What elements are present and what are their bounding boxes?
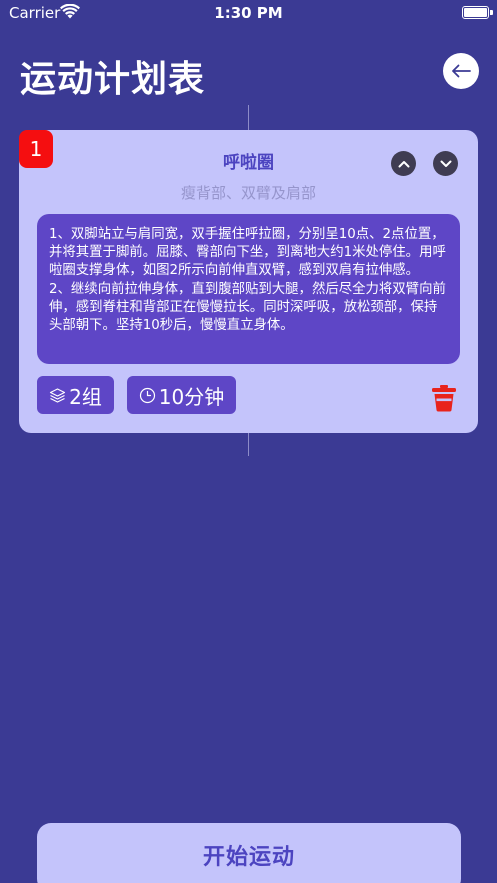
duration-label: 10分钟 [158,384,225,409]
start-workout-label: 开始运动 [202,845,295,870]
timeline-connector-top [248,105,249,130]
start-workout-button[interactable]: 开始运动 [37,823,461,883]
page-title: 运动计划表 [20,59,206,100]
exercise-card[interactable]: 呼啦圈 瘦背部、双臂及肩部 1、双脚站立与肩同宽，双手握住呼拉圈，分别呈10点、… [19,130,478,433]
app-screen: Carrier 1:30 PM 运动计划表 呼啦圈 瘦背部、双臂及肩部 1、双脚… [0,0,497,883]
clock-icon [139,387,155,403]
chevron-up-icon [398,160,409,167]
exercise-target-areas: 瘦背部、双臂及肩部 [180,184,316,202]
chevron-down-icon [440,160,451,167]
back-button[interactable] [443,53,479,89]
arrow-left-icon [452,64,471,78]
battery-icon [462,6,493,19]
sets-label: 2组 [69,384,102,409]
sets-chip: 2组 [37,376,114,414]
timeline-connector-bottom [248,433,249,456]
trash-icon[interactable] [431,384,457,412]
move-up-button[interactable] [391,151,416,176]
exercise-index-badge: 1 [19,130,53,168]
clock-time: 1:30 PM [214,4,283,22]
move-down-button[interactable] [433,151,458,176]
duration-chip: 10分钟 [127,376,236,414]
status-bar: Carrier 1:30 PM [0,0,497,26]
exercise-description: 1、双脚站立与肩同宽，双手握住呼拉圈，分别呈10点、2点位置，并将其置于脚前。屈… [37,214,460,364]
layers-icon [50,387,66,403]
